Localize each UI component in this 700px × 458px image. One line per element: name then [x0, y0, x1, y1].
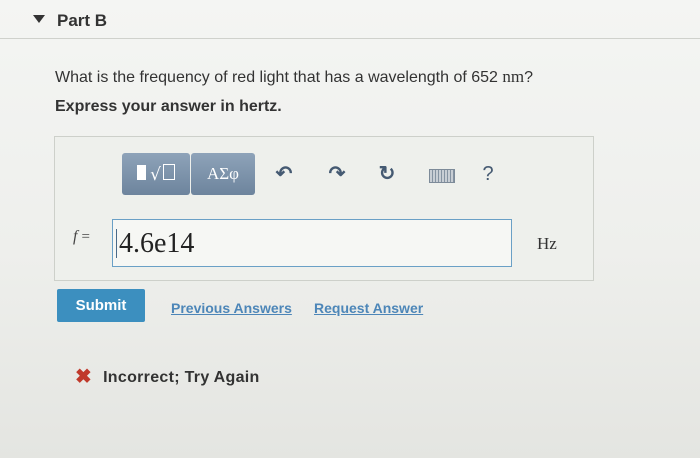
submit-button[interactable]: Submit	[57, 289, 145, 322]
part-title: Part B	[57, 11, 108, 30]
question-text: What is the frequency of red light that …	[55, 67, 533, 87]
collapse-caret-icon[interactable]	[33, 15, 45, 23]
answer-unit: Hz	[537, 234, 557, 253]
request-answer-link[interactable]: Request Answer	[314, 300, 423, 316]
answer-input-value: 4.6e14	[119, 228, 195, 259]
question-text-main: What is the frequency of red light that …	[55, 69, 503, 86]
text-cursor	[116, 229, 117, 258]
feedback-text: Incorrect; Try Again	[103, 369, 260, 386]
incorrect-x-icon: ✖	[75, 366, 93, 388]
equals-sign: =	[81, 229, 90, 245]
keyboard-icon[interactable]	[427, 162, 457, 186]
answer-instruction: Express your answer in hertz.	[55, 98, 282, 115]
feedback-message: ✖ Incorrect; Try Again	[75, 363, 260, 388]
redo-icon[interactable]: ↷	[325, 162, 349, 186]
templates-button[interactable]: √	[122, 153, 190, 195]
math-toolbar: √ ΑΣφ ↶ ↷ ↻ ?	[122, 153, 512, 195]
reset-icon[interactable]: ↻	[375, 162, 399, 186]
help-icon[interactable]: ?	[476, 162, 500, 186]
question-mark: ?	[524, 69, 534, 86]
answer-input[interactable]: 4.6e14	[112, 219, 512, 267]
variable-name: f	[73, 228, 78, 245]
variable-label: f =	[73, 228, 90, 246]
undo-icon[interactable]: ↶	[272, 162, 296, 186]
previous-answers-link[interactable]: Previous Answers	[171, 300, 292, 316]
wavelength-unit: nm	[502, 67, 525, 86]
part-header[interactable]: Part B	[0, 0, 700, 39]
greek-symbols-button[interactable]: ΑΣφ	[191, 153, 255, 195]
templates-icon: √	[137, 163, 175, 185]
